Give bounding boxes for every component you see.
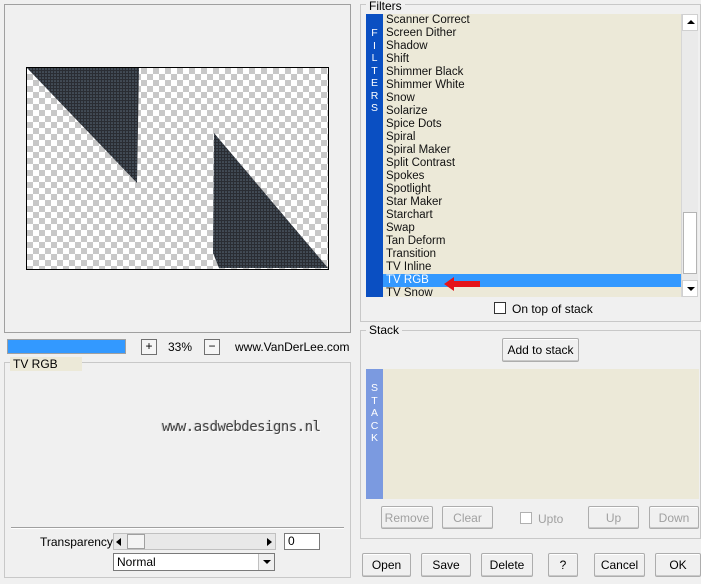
filter-list-item[interactable]: Spice Dots (383, 118, 681, 131)
red-arrow-icon (444, 277, 480, 291)
ok-button[interactable]: OK (655, 553, 701, 577)
filter-list-item[interactable]: Scanner Correct (383, 14, 681, 27)
preview-shapes (27, 68, 328, 268)
slider-thumb[interactable] (127, 534, 145, 549)
filters-scrollbar[interactable] (681, 14, 698, 297)
settings-divider (11, 527, 344, 529)
clear-button[interactable]: Clear (442, 506, 493, 529)
preview-triangle-bottom (213, 133, 328, 268)
side-letter: A (370, 407, 378, 419)
filter-list-item[interactable]: Shift (383, 53, 681, 66)
filter-list-item[interactable]: Spiral (383, 131, 681, 144)
stack-side-label: STACK (367, 382, 382, 445)
blend-mode-select[interactable]: Normal (113, 553, 275, 571)
side-letter: S (370, 102, 378, 114)
progress-bar (7, 339, 126, 354)
stack-title: Stack (366, 324, 403, 337)
on-top-label: On top of stack (512, 302, 593, 316)
blend-mode-value: Normal (117, 555, 156, 569)
cancel-button[interactable]: Cancel (594, 553, 645, 577)
filter-list-item[interactable]: Tan Deform (383, 235, 681, 248)
scroll-thumb[interactable] (683, 212, 697, 274)
side-letter: C (370, 419, 379, 432)
website-link[interactable]: www.VanDerLee.com (235, 340, 350, 354)
open-button[interactable]: Open (362, 553, 411, 577)
upto-checkbox[interactable] (520, 512, 532, 524)
filter-list-item[interactable]: Shadow (383, 40, 681, 53)
progress-fill (8, 340, 125, 353)
filter-list-item[interactable]: TV RGB (383, 274, 681, 287)
scroll-up-arrow[interactable] (682, 14, 698, 31)
filter-list-item[interactable]: Spiral Maker (383, 144, 681, 157)
preview-triangle-top (27, 68, 139, 183)
upto-label: Upto (538, 512, 564, 526)
zoom-out-button[interactable]: − (204, 339, 220, 355)
side-letter: K (370, 432, 378, 444)
delete-button[interactable]: Delete (481, 553, 533, 577)
remove-button[interactable]: Remove (381, 506, 433, 529)
filter-list-item[interactable]: Spotlight (383, 183, 681, 196)
filter-list-item[interactable]: Snow (383, 92, 681, 105)
side-letter: S (370, 382, 378, 394)
side-letter: T (371, 64, 378, 77)
filter-list-item[interactable]: Starchart (383, 209, 681, 222)
filter-list-item[interactable]: Solarize (383, 105, 681, 118)
filter-list-item[interactable]: Shimmer Black (383, 66, 681, 79)
filter-list-item[interactable]: Screen Dither (383, 27, 681, 40)
filter-list-item[interactable]: Star Maker (383, 196, 681, 209)
slider-left-arrow[interactable] (116, 538, 121, 546)
stack-list[interactable] (383, 369, 699, 499)
help-button[interactable]: ? (548, 553, 578, 577)
side-letter: E (370, 77, 378, 89)
filter-list-item[interactable]: TV Inline (383, 261, 681, 274)
transparency-slider[interactable] (113, 533, 276, 550)
on-top-checkbox[interactable] (494, 302, 506, 314)
side-letter: I (373, 39, 376, 52)
transparency-label: Transparency (40, 535, 113, 549)
zoom-value: 33% (168, 340, 193, 354)
add-to-stack-button[interactable]: Add to stack (502, 338, 579, 362)
side-letter: L (371, 52, 378, 64)
preview-panel (4, 4, 351, 333)
watermark-text: www.asdwebdesigns.nl (162, 419, 321, 435)
filters-title: Filters (366, 0, 405, 13)
filter-list-item[interactable]: Spokes (383, 170, 681, 183)
up-button[interactable]: Up (588, 506, 639, 529)
scroll-down-arrow[interactable] (682, 280, 698, 297)
side-letter: R (370, 89, 379, 102)
filter-list-item[interactable]: TV Snow (383, 287, 681, 297)
filter-list-item[interactable]: Transition (383, 248, 681, 261)
down-button[interactable]: Down (649, 506, 699, 529)
filters-side-label: FILTERS (367, 27, 382, 115)
side-letter: F (371, 27, 378, 39)
slider-right-arrow[interactable] (267, 538, 272, 546)
settings-title: TV RGB (10, 357, 82, 371)
filters-list[interactable]: Scanner Correct Screen Dither Shadow Shift S… (383, 14, 681, 297)
transparency-input[interactable]: 0 (284, 533, 320, 550)
filter-list-item[interactable]: Shimmer White (383, 79, 681, 92)
filter-list-item[interactable]: Split Contrast (383, 157, 681, 170)
zoom-in-button[interactable]: + (141, 339, 157, 355)
side-letter: T (371, 394, 378, 407)
chevron-down-icon[interactable] (258, 554, 274, 570)
filter-list-item[interactable]: Swap (383, 222, 681, 235)
preview-canvas[interactable] (26, 67, 329, 270)
save-button[interactable]: Save (421, 553, 471, 577)
